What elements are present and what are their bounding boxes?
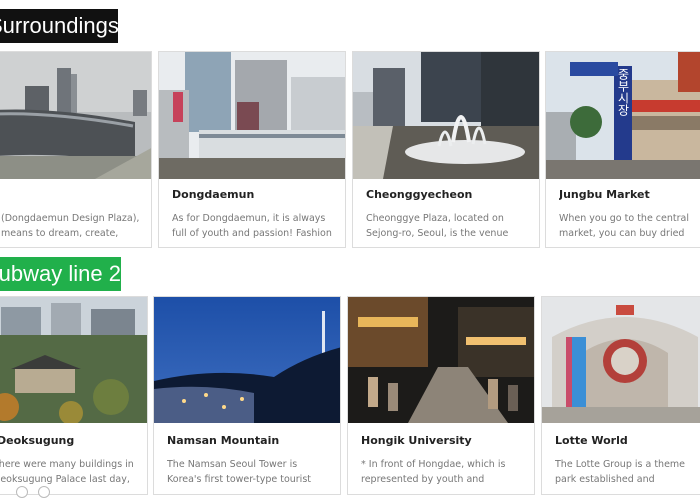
card-description: (Dongdaemun Design Plaza), means to drea…: [1, 213, 140, 239]
card-description: * In front of Hongdae, which is represen…: [361, 459, 506, 485]
card-photo[interactable]: [542, 297, 700, 423]
card-description: When you go to the central market, you c…: [559, 213, 689, 239]
attraction-card-ddp[interactable]: (Dongdaemun Design Plaza), means to drea…: [0, 51, 152, 248]
card-photo[interactable]: [348, 297, 534, 423]
card-name: Jungbu Market: [559, 188, 650, 201]
attraction-card-lotte-world[interactable]: Lotte World The Lotte Group is a theme p…: [541, 296, 700, 495]
section-title-subway-line-2: Subway line 2: [0, 257, 121, 291]
section-title-text: Subway line 2: [0, 261, 121, 286]
attraction-card-jungbu-market[interactable]: 중부시장 Jungbu Market When you go to the ce…: [545, 51, 700, 248]
card-description: The Namsan Seoul Tower is Korea's first …: [167, 459, 311, 485]
ddp-photo: [0, 52, 151, 179]
card-name: Dongdaemun: [172, 188, 255, 201]
lotte-world-photo: [542, 297, 700, 423]
card-name: Namsan Mountain: [167, 434, 280, 447]
card-description: The Lotte Group is a theme park establis…: [555, 459, 686, 485]
hongik-photo: [348, 297, 534, 423]
card-description: As for Dongdaemun, it is always full of …: [172, 213, 332, 239]
card-name: Cheonggyecheon: [366, 188, 473, 201]
market-sign-text: 중부시장: [616, 68, 630, 116]
card-name: Deoksugung: [0, 434, 75, 447]
card-description: There were many buildings in Deoksugung …: [0, 459, 134, 485]
dongdaemun-photo: [159, 52, 345, 179]
card-description: Cheonggye Plaza, located on Sejong-ro, S…: [366, 213, 509, 239]
cheonggyecheon-photo: [353, 52, 539, 179]
attraction-card-cheonggyecheon[interactable]: Cheonggyecheon Cheonggye Plaza, located …: [352, 51, 540, 248]
namsan-photo: [154, 297, 340, 423]
card-name: Hongik University: [361, 434, 472, 447]
card-photo[interactable]: [159, 52, 345, 179]
jungbu-market-photo: 중부시장: [546, 52, 700, 179]
section-title-text: Surroundings: [0, 13, 119, 38]
card-photo[interactable]: [154, 297, 340, 423]
attraction-card-namsan-mountain[interactable]: Namsan Mountain The Namsan Seoul Tower i…: [153, 296, 341, 495]
attraction-card-deoksugung[interactable]: Deoksugung There were many buildings in …: [0, 296, 148, 495]
deoksugung-photo: [0, 297, 147, 423]
attraction-card-dongdaemun[interactable]: Dongdaemun As for Dongdaemun, it is alwa…: [158, 51, 346, 248]
card-name: Lotte World: [555, 434, 628, 447]
card-photo[interactable]: 중부시장: [546, 52, 700, 179]
card-photo[interactable]: [0, 52, 151, 179]
section-title-surroundings: Surroundings: [0, 9, 119, 43]
card-photo[interactable]: [0, 297, 147, 423]
attraction-card-hongik-university[interactable]: Hongik University * In front of Hongdae,…: [347, 296, 535, 495]
card-photo[interactable]: [353, 52, 539, 179]
zoom-in-icon[interactable]: [16, 486, 28, 498]
zoom-out-icon[interactable]: [38, 486, 50, 498]
